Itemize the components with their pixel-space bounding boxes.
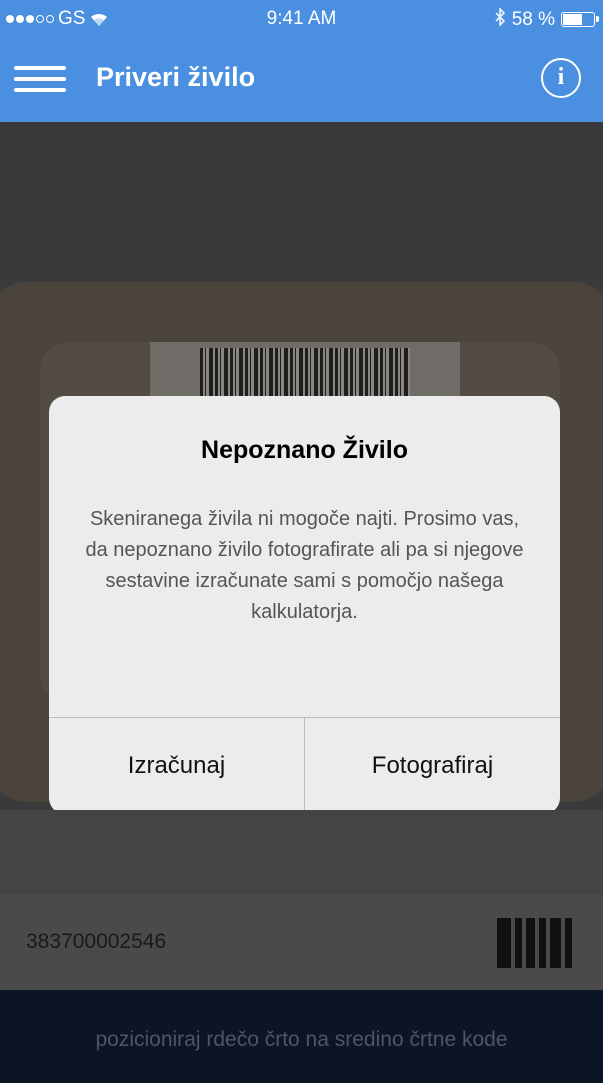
- app-header: Priveri živilo i: [0, 40, 603, 122]
- hamburger-menu-icon[interactable]: [14, 62, 66, 96]
- bluetooth-icon: [494, 7, 506, 31]
- battery-icon: [561, 12, 599, 27]
- scanned-code-row: 383700002546: [0, 894, 603, 992]
- barcode-icon[interactable]: [497, 918, 572, 968]
- hint-text: pozicioniraj rdečo črto na sredino črtne…: [95, 1028, 508, 1051]
- unknown-food-dialog: Nepoznano Živilo Skeniranega živila ni m…: [49, 396, 560, 814]
- dialog-message: Skeniranega živila ni mogoče najti. Pros…: [85, 508, 524, 623]
- status-bar: GS 9:41 AM 58 %: [0, 0, 603, 40]
- battery-fill: [563, 14, 582, 25]
- battery-percent: 58 %: [511, 8, 555, 30]
- scanned-code: 383700002546: [26, 930, 167, 953]
- page-title: Priveri živilo: [96, 62, 256, 92]
- hint-bar: pozicioniraj rdečo črto na sredino črtne…: [0, 990, 603, 1083]
- calculate-button[interactable]: Izračunaj: [49, 718, 305, 814]
- status-right: 58 %: [494, 7, 599, 31]
- info-icon[interactable]: i: [541, 58, 581, 98]
- photograph-button[interactable]: Fotografiraj: [305, 718, 560, 814]
- code-bar: 383700002546: [0, 810, 603, 992]
- dialog-title: Nepoznano Živilo: [201, 436, 408, 464]
